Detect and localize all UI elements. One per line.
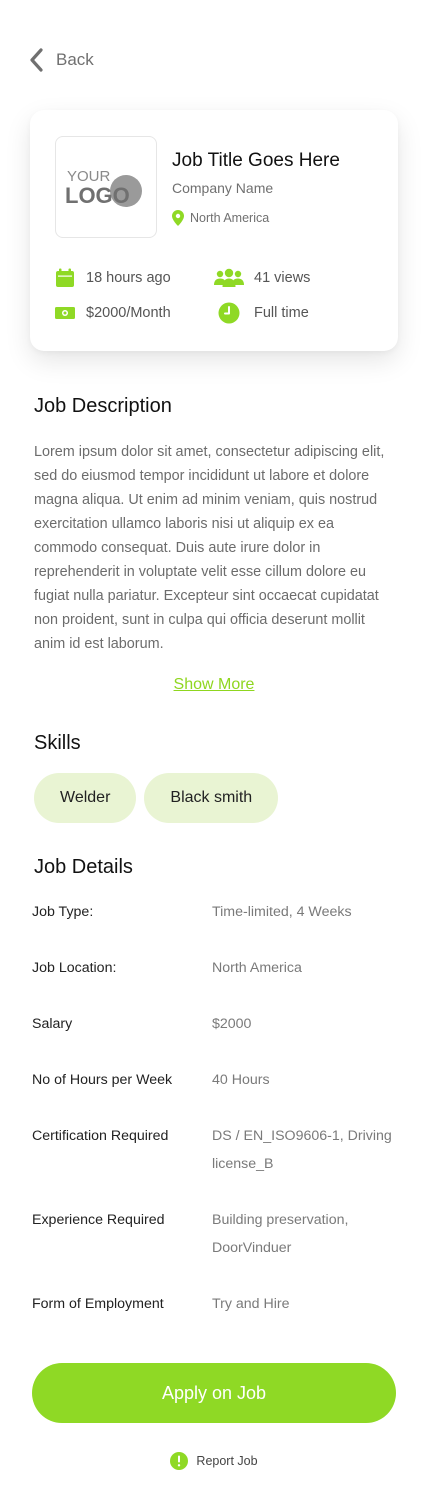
job-title: Job Title Goes Here xyxy=(172,150,340,171)
detail-label: No of Hours per Week xyxy=(32,1072,173,1088)
skill-chip: Black smith xyxy=(144,773,279,823)
logo-line-2: LOGO xyxy=(65,183,130,208)
skills-heading: Skills xyxy=(34,732,81,754)
calendar-icon xyxy=(54,267,76,289)
salary-text: $2000/Month xyxy=(86,305,171,321)
detail-value: Building preservation, DoorVinduer xyxy=(212,1212,349,1256)
users-icon xyxy=(214,267,244,289)
map-pin-icon xyxy=(172,210,184,226)
detail-value: Time-limited, 4 Weeks xyxy=(212,904,352,920)
employment-type: Full time xyxy=(218,302,309,324)
detail-label: Salary xyxy=(32,1016,73,1032)
show-more-link[interactable]: Show More xyxy=(0,676,428,694)
company-name: Company Name xyxy=(172,180,274,196)
report-job-link[interactable]: Report Job xyxy=(0,1452,428,1470)
detail-value: 40 Hours xyxy=(212,1072,270,1088)
views-text: 41 views xyxy=(254,270,311,286)
employment-type-text: Full time xyxy=(254,305,309,321)
posted-time: 18 hours ago xyxy=(54,267,171,289)
company-logo: YOUR LOGO xyxy=(55,136,157,238)
alert-icon xyxy=(170,1452,189,1470)
detail-value: DS / EN_ISO9606-1, Driving license_B xyxy=(212,1128,392,1172)
job-summary-card: YOUR LOGO Job Title Goes Here Company Na… xyxy=(30,110,398,351)
detail-label: Experience Required xyxy=(32,1212,165,1228)
description-heading: Job Description xyxy=(34,395,172,417)
location-text: North America xyxy=(190,211,270,225)
salary-summary: $2000/Month xyxy=(54,302,171,324)
skill-chip: Welder xyxy=(34,773,137,823)
posted-text: 18 hours ago xyxy=(86,270,171,286)
detail-label: Job Location: xyxy=(32,960,117,976)
detail-label: Certification Required xyxy=(32,1128,169,1144)
apply-button[interactable]: Apply on Job xyxy=(32,1363,396,1423)
detail-value: $2000 xyxy=(212,1016,252,1032)
description-text: Lorem ipsum dolor sit amet, consectetur … xyxy=(34,444,385,652)
job-location: North America xyxy=(172,210,269,226)
detail-value: Try and Hire xyxy=(212,1296,290,1312)
chevron-left-icon xyxy=(30,48,43,72)
detail-label: Job Type: xyxy=(32,904,94,920)
back-label: Back xyxy=(56,50,94,69)
view-count: 41 views xyxy=(214,267,310,289)
details-heading: Job Details xyxy=(34,856,133,878)
report-label: Report Job xyxy=(196,1454,258,1468)
back-button[interactable]: Back xyxy=(28,46,94,74)
money-icon xyxy=(54,302,76,324)
clock-icon xyxy=(218,302,240,324)
detail-label: Form of Employment xyxy=(32,1296,164,1312)
skills-list: Welder Black smith xyxy=(34,773,279,823)
detail-value: North America xyxy=(212,960,302,976)
